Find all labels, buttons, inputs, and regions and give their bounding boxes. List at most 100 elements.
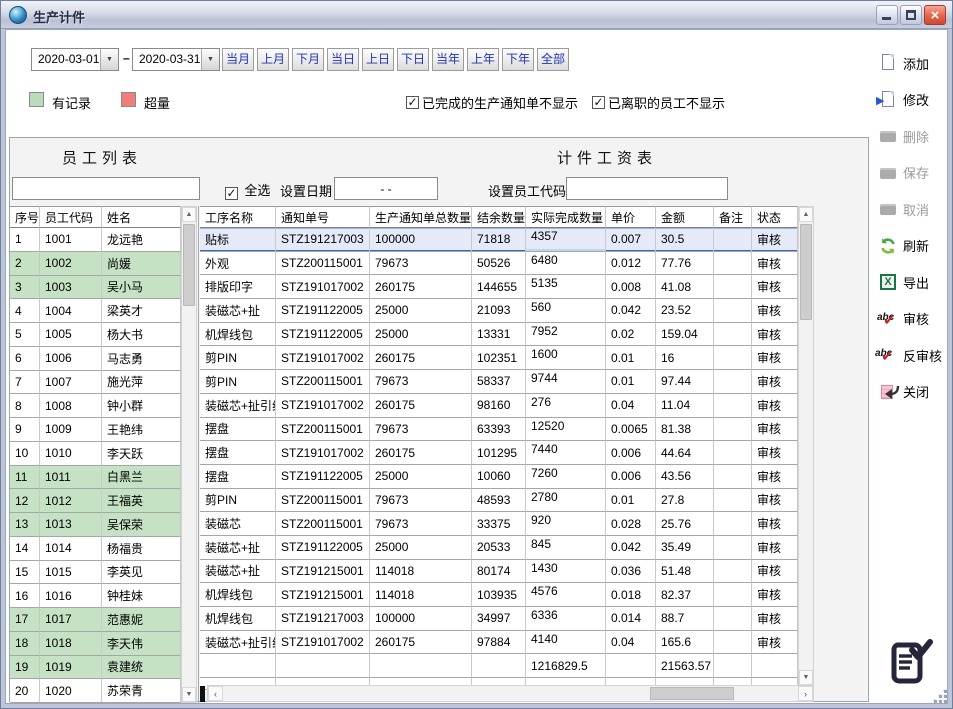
filter-label: 已完成的生产通知单不显示 (422, 93, 578, 112)
employee-row[interactable]: 141014杨福贵 (10, 537, 181, 561)
range-button-6[interactable]: 当年 (432, 48, 464, 71)
employee-table: 序号员工代码姓名11001龙远艳21002尚媛31003吴小马41004梁英才5… (10, 206, 181, 703)
employee-row[interactable]: 71007施光萍 (10, 371, 181, 395)
scroll-left-icon[interactable]: ‹ (208, 686, 223, 701)
employee-row[interactable]: 171017范惠妮 (10, 608, 181, 632)
piecework-row[interactable]: 剪PINSTZ19101700226017510235116000.0116审核 (200, 346, 798, 370)
employee-row[interactable]: 41004梁英才 (10, 299, 181, 323)
select-all-checkbox[interactable]: ✓ 全选 (225, 180, 270, 200)
employee-search-input[interactable] (12, 177, 200, 200)
range-button-9[interactable]: 全部 (537, 48, 569, 71)
cancel-icon (879, 200, 899, 218)
piecework-row[interactable]: 剪PINSTZ200115001796735833797440.0197.44审… (200, 370, 798, 394)
table-cell: 144655 (472, 275, 526, 299)
scroll-down-icon[interactable]: ▼ (799, 670, 813, 685)
close-button[interactable]: 关闭 (879, 374, 951, 411)
piecework-row[interactable]: 机焊线包STZ1912170031000003499763360.01488.7… (200, 607, 798, 631)
range-button-7[interactable]: 上年 (467, 48, 499, 71)
employee-row[interactable]: 151015李英见 (10, 561, 181, 585)
piecework-table-scrollbar[interactable]: ▲ ▼ (798, 206, 814, 686)
table-cell: 龙远艳 (102, 228, 181, 252)
piecework-row[interactable]: 摆盘STZ191122005250001006072600.00643.56审核 (200, 465, 798, 489)
scroll-up-icon[interactable]: ▲ (182, 207, 196, 222)
employee-row[interactable]: 191019袁建统 (10, 656, 181, 680)
filter-checkbox-0[interactable]: ✓已完成的生产通知单不显示 (406, 93, 578, 112)
piecework-row[interactable]: 机焊线包STZ19121500111401810393545760.01882.… (200, 583, 798, 607)
range-button-4[interactable]: 上日 (362, 48, 394, 71)
piecework-row[interactable]: 装磁芯+扯引线STZ191017002260175981602760.0411.… (200, 394, 798, 418)
piecework-row[interactable]: 剪PINSTZ200115001796734859327800.0127.8审核 (200, 489, 798, 513)
table-cell: 4140 (526, 631, 606, 655)
employee-row[interactable]: 31003吴小马 (10, 276, 181, 300)
employee-row[interactable]: 181018李天伟 (10, 632, 181, 656)
scroll-down-icon[interactable]: ▼ (182, 687, 196, 702)
range-button-3[interactable]: 当日 (327, 48, 359, 71)
employee-row[interactable]: 161016钟桂妹 (10, 584, 181, 608)
employee-row[interactable]: 111011白黑兰 (10, 466, 181, 490)
piecework-row[interactable]: 装磁芯+扯STZ1912150011140188017414300.03651.… (200, 560, 798, 584)
table-cell: 1007 (40, 371, 102, 395)
filter-checkbox-1[interactable]: ✓已离职的员工不显示 (592, 93, 725, 112)
range-button-5[interactable]: 下日 (397, 48, 429, 71)
range-button-1[interactable]: 上月 (257, 48, 289, 71)
set-employee-code-input[interactable] (566, 177, 728, 200)
table-cell: 吴保荣 (102, 513, 181, 537)
piecework-row[interactable]: 排版印字STZ19101700226017514465551350.00841.… (200, 275, 798, 299)
employee-row[interactable]: 201020苏荣青 (10, 679, 181, 703)
employee-row[interactable]: 131013吴保荣 (10, 513, 181, 537)
range-button-0[interactable]: 当月 (222, 48, 254, 71)
table-cell: STZ200115001 (276, 489, 370, 513)
title-bar[interactable]: 生产计件 × (1, 1, 952, 29)
close-button[interactable]: × (924, 5, 946, 25)
employee-row[interactable]: 51005杨大书 (10, 323, 181, 347)
grid-splitter[interactable] (200, 686, 205, 702)
modify-button[interactable]: ▶修改 (879, 82, 951, 119)
piecework-row[interactable]: 贴标STZ1912170031000007181843570.00730.5审核 (200, 228, 798, 252)
scroll-right-icon[interactable]: › (798, 686, 813, 701)
date-from-combobox[interactable]: 2020-03-01 ▼ (31, 48, 119, 71)
unaudit-button[interactable]: abc✔反审核 (879, 337, 951, 374)
table-cell: 审核 (752, 512, 798, 536)
chevron-down-icon[interactable]: ▼ (201, 49, 219, 70)
piecework-row[interactable]: 外观STZ200115001796735052664800.01277.76审核 (200, 252, 798, 276)
app-globe-icon (9, 6, 27, 24)
piecework-row[interactable]: 机焊线包STZ191122005250001333179520.02159.04… (200, 323, 798, 347)
scrollbar-thumb[interactable] (650, 687, 735, 700)
employee-row[interactable]: 101010李天跃 (10, 442, 181, 466)
table-cell (714, 465, 752, 489)
set-date-input[interactable] (334, 177, 438, 200)
piecework-row[interactable]: 摆盘STZ2001150017967363393125200.006581.38… (200, 418, 798, 442)
range-button-2[interactable]: 下月 (292, 48, 324, 71)
employee-row[interactable]: 61006马志勇 (10, 347, 181, 371)
employee-row[interactable]: 81008钟小群 (10, 394, 181, 418)
excel-export-icon: X (879, 273, 899, 291)
close-icon: × (925, 6, 945, 24)
audit-button[interactable]: abc✔审核 (879, 301, 951, 338)
table-cell: 装磁芯+扯引线 (200, 631, 276, 655)
minimize-button[interactable] (876, 5, 898, 25)
employee-table-scrollbar[interactable]: ▲ ▼ (181, 206, 197, 703)
employee-row[interactable]: 91009王艳纬 (10, 418, 181, 442)
table-cell: 通知单号 (276, 206, 370, 228)
chevron-down-icon[interactable]: ▼ (100, 49, 118, 70)
piecework-total-row: 1216829.521563.57 (200, 654, 798, 678)
scrollbar-thumb[interactable] (183, 224, 195, 306)
piecework-row[interactable]: 装磁芯STZ20011500179673333759200.02825.76审核 (200, 512, 798, 536)
piecework-row[interactable]: 装磁芯+扯STZ19112200525000205338450.04235.49… (200, 536, 798, 560)
range-button-8[interactable]: 下年 (502, 48, 534, 71)
piecework-row[interactable]: 摆盘STZ19101700226017510129574400.00644.64… (200, 441, 798, 465)
scrollbar-thumb[interactable] (800, 224, 812, 320)
piecework-row[interactable]: 装磁芯+扯STZ19112200525000210935600.04223.52… (200, 299, 798, 323)
scroll-up-icon[interactable]: ▲ (799, 207, 813, 222)
date-to-combobox[interactable]: 2020-03-31 ▼ (132, 48, 220, 71)
export-button[interactable]: X导出 (879, 264, 951, 301)
add-button[interactable]: 添加 (879, 45, 951, 82)
maximize-button[interactable] (900, 5, 922, 25)
piecework-row[interactable]: 装磁芯+扯引线STZ1910170022601759788441400.0416… (200, 631, 798, 655)
refresh-button[interactable]: 刷新 (879, 228, 951, 265)
employee-row[interactable]: 21002尚媛 (10, 252, 181, 276)
piecework-horizontal-scrollbar[interactable]: ‹ › (207, 685, 814, 702)
employee-row[interactable]: 11001龙远艳 (10, 228, 181, 252)
employee-row[interactable]: 121012王福英 (10, 489, 181, 513)
resize-grip[interactable] (934, 690, 947, 703)
